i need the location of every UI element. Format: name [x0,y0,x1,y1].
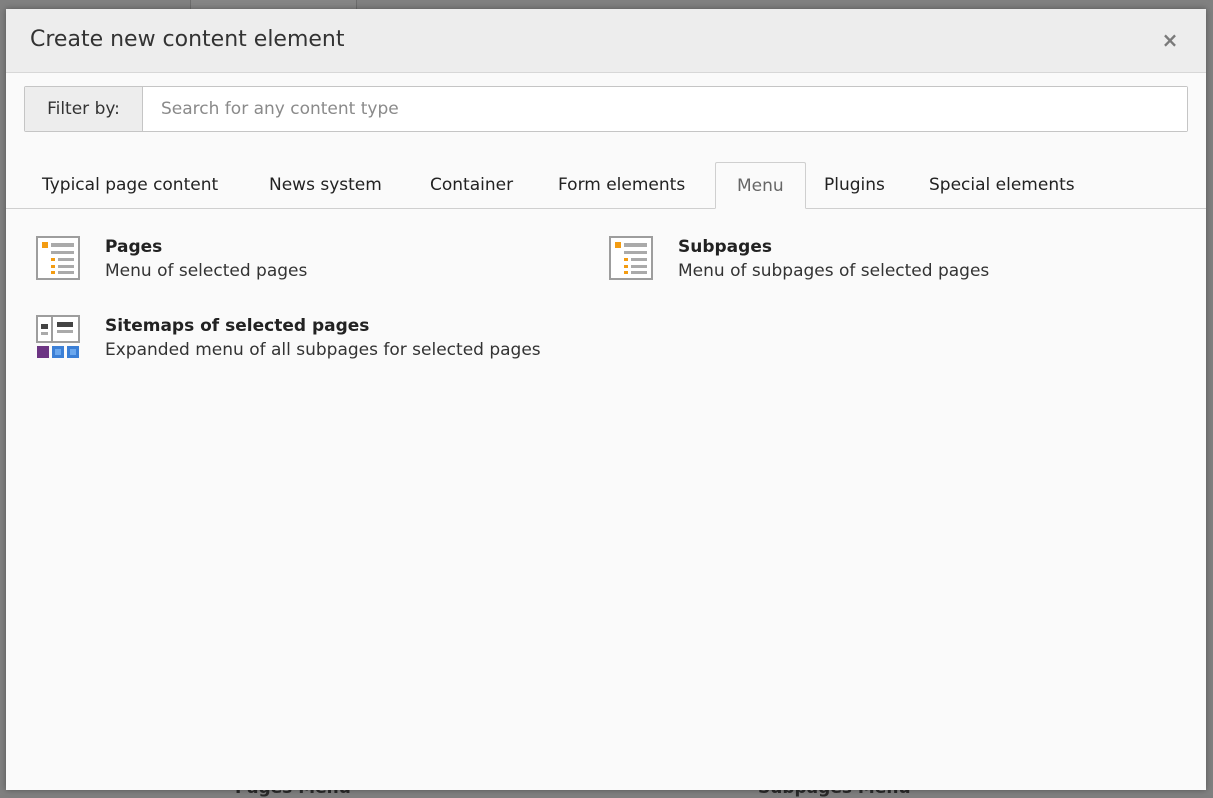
item-description: Menu of selected pages [105,261,308,281]
tab-news-system[interactable]: News system [248,162,403,208]
menu-pages-icon [36,236,80,280]
content-type-tabs: Typical page content News system Contain… [6,162,1206,209]
item-title: Pages [105,237,163,257]
item-text: Sitemaps of selected pages Expanded menu… [105,315,541,363]
menu-subpages-icon [609,236,653,280]
new-content-element-dialog: Create new content element × Filter by: … [6,9,1206,790]
tab-special-elements[interactable]: Special elements [908,162,1096,208]
tab-plugins[interactable]: Plugins [803,162,906,208]
item-text: Pages Menu of selected pages [105,236,307,284]
item-title: Sitemaps of selected pages [105,316,370,336]
content-type-search-input[interactable] [143,87,1187,131]
tab-menu[interactable]: Menu [715,162,806,209]
tab-typical-page-content[interactable]: Typical page content [21,162,239,208]
dialog-title: Create new content element [30,27,345,52]
filter-label: Filter by: [25,87,143,131]
sitemap-icon [36,315,80,359]
filter-group: Filter by: [24,86,1188,132]
close-button[interactable]: × [1160,29,1180,51]
item-description: Menu of subpages of selected pages [678,261,990,281]
content-element-pages[interactable]: Pages Menu of selected pages [36,236,307,284]
tab-form-elements[interactable]: Form elements [537,162,706,208]
item-text: Subpages Menu of subpages of selected pa… [678,236,989,284]
dialog-header: Create new content element × [6,9,1206,73]
content-element-subpages[interactable]: Subpages Menu of subpages of selected pa… [609,236,989,284]
item-title: Subpages [678,237,772,257]
content-element-sitemaps[interactable]: Sitemaps of selected pages Expanded menu… [36,315,541,363]
item-description: Expanded menu of all subpages for select… [105,340,541,360]
tab-container[interactable]: Container [409,162,534,208]
